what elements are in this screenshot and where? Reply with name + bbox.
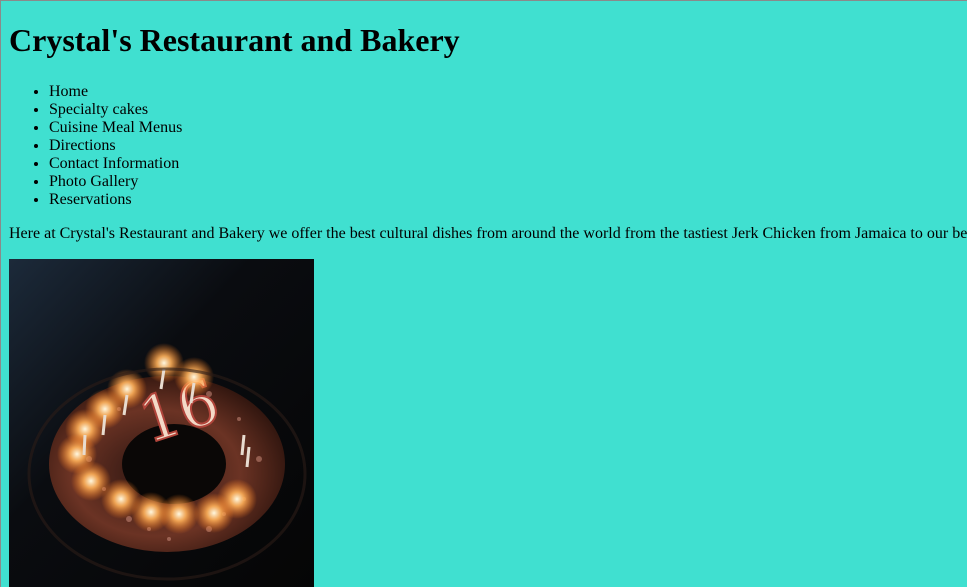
nav-item-directions[interactable]: Directions (49, 137, 967, 155)
intro-paragraph: Here at Crystal's Restaurant and Bakery … (9, 225, 967, 242)
cake-with-16-candles-icon: 16 (9, 259, 314, 587)
nav-item-photo-gallery[interactable]: Photo Gallery (49, 173, 967, 191)
cake-photo: 16 (9, 259, 314, 587)
nav-item-reservations[interactable]: Reservations (49, 191, 967, 209)
page-content: Crystal's Restaurant and Bakery Home Spe… (1, 1, 967, 587)
nav-item-contact-information[interactable]: Contact Information (49, 155, 967, 173)
nav-menu: Home Specialty cakes Cuisine Meal Menus … (9, 83, 967, 209)
nav-item-home[interactable]: Home (49, 83, 967, 101)
nav-item-specialty-cakes[interactable]: Specialty cakes (49, 101, 967, 119)
page-title: Crystal's Restaurant and Bakery (9, 22, 460, 58)
nav-item-cuisine-meal-menus[interactable]: Cuisine Meal Menus (49, 119, 967, 137)
